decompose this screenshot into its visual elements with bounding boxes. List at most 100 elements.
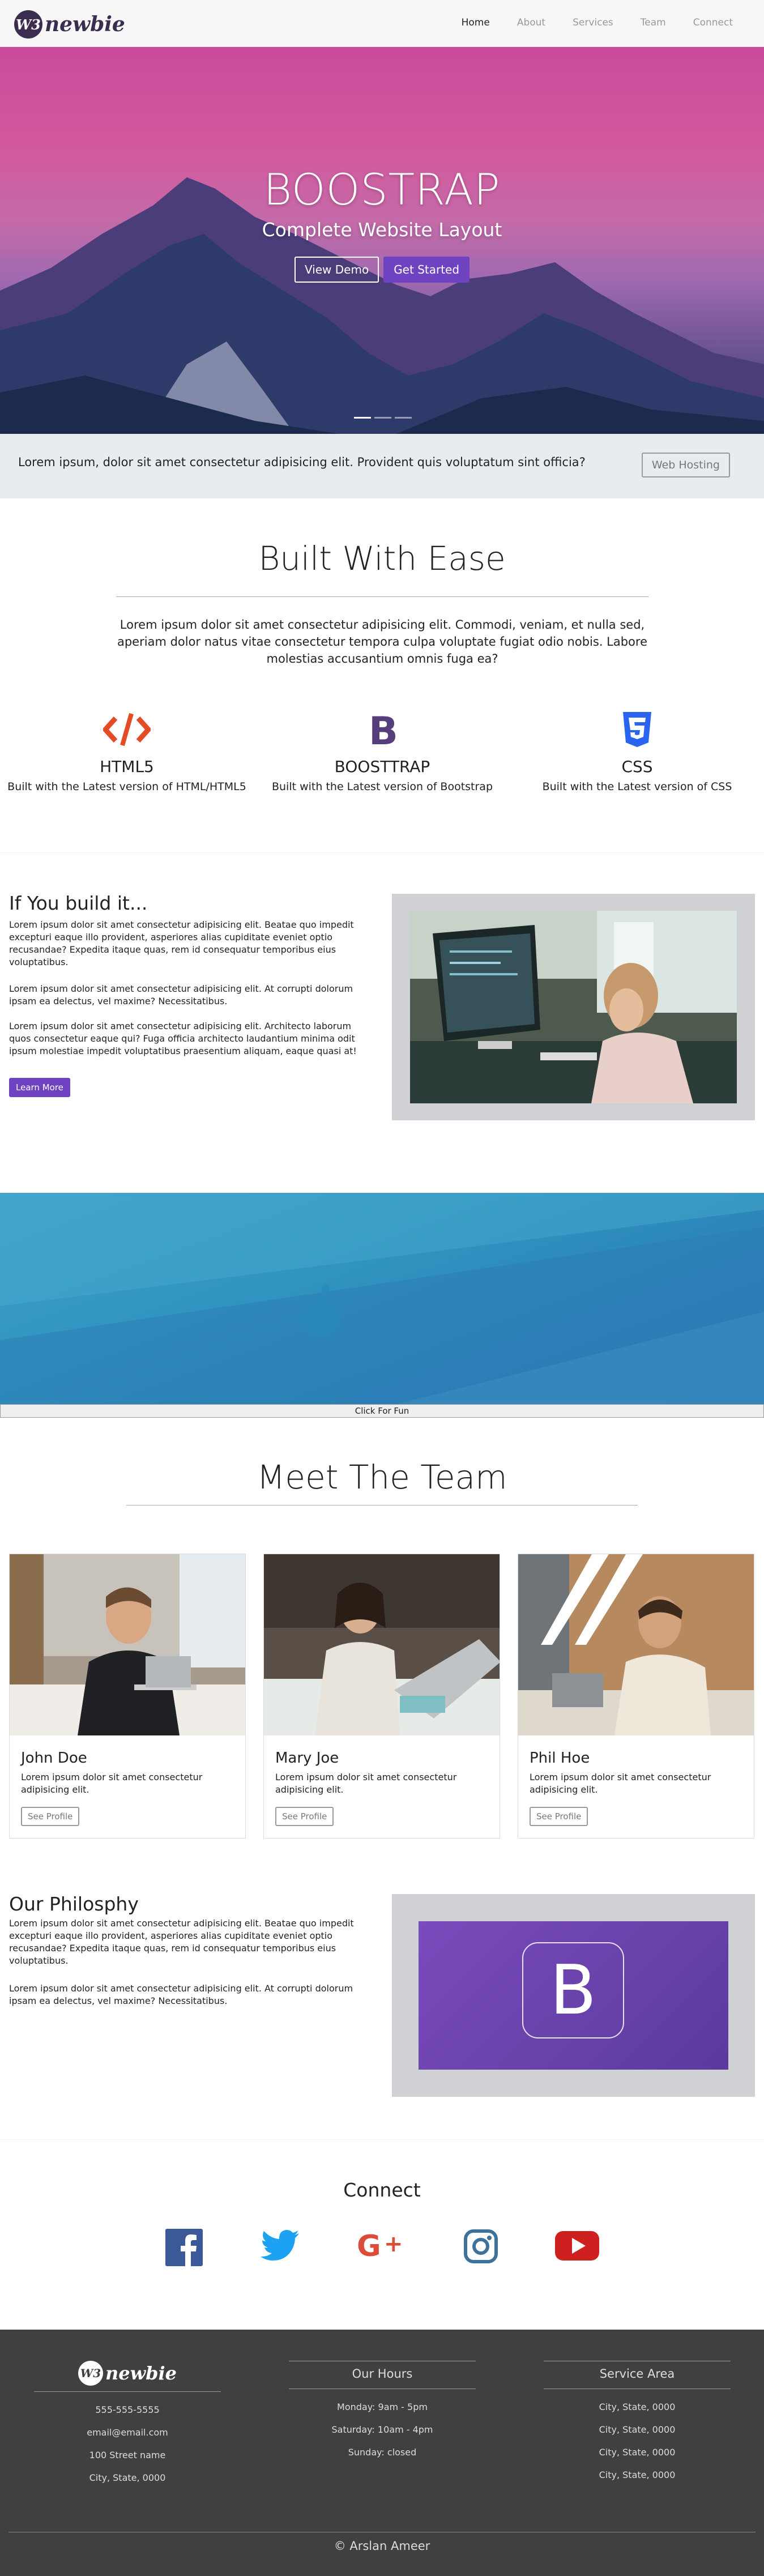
image-frame: B — [392, 1894, 755, 2097]
philosophy-paragraph: Lorem ipsum dolor sit amet consectetur a… — [9, 1918, 354, 1966]
footer-service-title: Service Area — [544, 2361, 731, 2389]
svg-text:B: B — [369, 711, 397, 748]
hero-title: BOOSTRAP — [263, 164, 501, 215]
feature-desc: Built with the Latest version of Bootstr… — [271, 781, 493, 793]
learn-more-button[interactable]: Learn More — [9, 1078, 70, 1097]
member-desc: Lorem ipsum dolor sit amet consectetur a… — [21, 1772, 203, 1795]
divider — [116, 596, 648, 597]
team-photo — [518, 1554, 754, 1735]
jumbotron: Lorem ipsum, dolor sit amet consectetur … — [0, 434, 764, 498]
nav-team[interactable]: Team — [641, 17, 666, 28]
connect-title: Connect — [343, 2179, 421, 2201]
philosophy-paragraph: Lorem ipsum dolor sit amet consectetur a… — [9, 1983, 353, 2006]
nav-services[interactable]: Services — [573, 17, 613, 28]
team-section-title: Meet The Team — [257, 1458, 507, 1496]
feature-desc: Built with the Latest version of HTML/HT… — [7, 781, 246, 793]
footer-email: email@email.com — [87, 2427, 168, 2438]
navbar: W3 newbie Home About Services Team Conne… — [0, 0, 764, 47]
member-name: Phil Hoe — [530, 1750, 590, 1767]
web-hosting-button[interactable]: Web Hosting — [641, 453, 730, 477]
build-paragraph: Lorem ipsum dolor sit amet consectetur a… — [9, 919, 354, 967]
google-plus-icon[interactable]: G + — [357, 2229, 407, 2268]
nav-links: Home About Services Team Connect — [462, 17, 733, 28]
feature-bootstrap: B BOOSTTRAP Built with the Latest versio… — [258, 708, 507, 794]
feature-title: CSS — [621, 757, 653, 776]
member-name: Mary Joe — [275, 1750, 339, 1767]
feature-title: BOOSTTRAP — [334, 757, 430, 776]
team-photo — [10, 1554, 245, 1735]
team-photo — [264, 1554, 500, 1735]
footer-city: City, State, 0000 — [89, 2472, 166, 2483]
macbook-background-image — [0, 1193, 764, 1404]
view-demo-button[interactable]: View Demo — [294, 257, 379, 283]
footer-hours-title: Our Hours — [289, 2361, 476, 2389]
fixed-background-banner — [0, 1193, 764, 1404]
built-section-title: Built With Ease — [258, 539, 506, 578]
see-profile-button[interactable]: See Profile — [530, 1807, 588, 1826]
footer-logo-badge: W3 — [78, 2361, 103, 2386]
social-icons: G + — [0, 2229, 764, 2268]
member-name: John Doe — [21, 1750, 87, 1767]
section-divider — [0, 852, 764, 853]
footer-logo[interactable]: W3 newbie — [34, 2361, 221, 2392]
footer-service-column: Service Area City, State, 0000 City, Sta… — [544, 2361, 731, 2487]
facebook-icon[interactable] — [165, 2229, 203, 2268]
click-for-fun-button[interactable]: Click For Fun — [0, 1404, 764, 1418]
nav-connect[interactable]: Connect — [693, 17, 733, 28]
svg-text:G: G — [357, 2229, 381, 2262]
copyright: © Arslan Ameer — [8, 2532, 756, 2553]
feature-title: HTML5 — [100, 757, 154, 776]
bootstrap-icon: B — [258, 708, 507, 750]
member-desc: Lorem ipsum dolor sit amet consectetur a… — [530, 1772, 711, 1795]
css3-icon — [513, 708, 762, 750]
woman-computer-image — [410, 911, 737, 1103]
carousel-indicator[interactable] — [354, 417, 371, 419]
section-divider — [0, 2139, 764, 2140]
build-paragraph: Lorem ipsum dolor sit amet consectetur a… — [9, 983, 353, 1006]
bootstrap-banner: B — [419, 1921, 728, 2070]
bootstrap-logo-letter: B — [549, 1951, 597, 2030]
carousel-indicators — [354, 417, 412, 419]
nav-home[interactable]: Home — [462, 17, 490, 28]
jumbotron-text: Lorem ipsum, dolor sit amet consectetur … — [18, 455, 586, 469]
feature-html5: HTML5 Built with the Latest version of H… — [2, 708, 251, 793]
carousel-indicator[interactable] — [374, 417, 391, 419]
see-profile-button[interactable]: See Profile — [275, 1807, 334, 1826]
footer-service-item: City, State, 0000 — [599, 2447, 676, 2458]
bootstrap-logo-icon: B — [522, 1942, 624, 2038]
footer-service-item: City, State, 0000 — [599, 2470, 676, 2480]
footer-street: 100 Street name — [89, 2450, 166, 2460]
instagram-icon[interactable] — [463, 2229, 498, 2268]
footer-hours-column: Our Hours Monday: 9am - 5pm Saturday: 10… — [289, 2361, 476, 2464]
team-card: Phil Hoe Lorem ipsum dolor sit amet cons… — [518, 1554, 754, 1839]
footer-logo-text: newbie — [105, 2362, 177, 2384]
hero-subtitle: Complete Website Layout — [262, 219, 502, 241]
see-profile-button[interactable]: See Profile — [21, 1807, 80, 1826]
youtube-icon[interactable] — [554, 2229, 599, 2268]
footer-hours-item: Sunday: closed — [348, 2447, 417, 2458]
member-desc: Lorem ipsum dolor sit amet consectetur a… — [275, 1772, 457, 1795]
footer-phone: 555-555-5555 — [95, 2404, 160, 2415]
html5-code-icon — [2, 708, 251, 750]
team-card: John Doe Lorem ipsum dolor sit amet cons… — [9, 1554, 246, 1839]
footer: W3 newbie 555-555-5555 email@email.com 1… — [0, 2330, 764, 2576]
footer-service-item: City, State, 0000 — [599, 2424, 676, 2435]
get-started-button[interactable]: Get Started — [383, 257, 470, 283]
footer-contact-column: W3 newbie 555-555-5555 email@email.com 1… — [34, 2361, 221, 2489]
footer-service-item: City, State, 0000 — [599, 2402, 676, 2412]
nav-about[interactable]: About — [517, 17, 545, 28]
image-frame — [392, 894, 755, 1120]
svg-text:+: + — [384, 2231, 403, 2257]
brand-logo[interactable]: W3 newbie — [14, 10, 125, 39]
build-paragraph: Lorem ipsum dolor sit amet consectetur a… — [9, 1021, 357, 1056]
team-card: Mary Joe Lorem ipsum dolor sit amet cons… — [263, 1554, 500, 1839]
logo-badge: W3 — [14, 10, 42, 39]
footer-hours-item: Monday: 9am - 5pm — [337, 2402, 428, 2412]
hero-carousel[interactable]: BOOSTRAP Complete Website Layout View De… — [0, 47, 764, 434]
carousel-indicator[interactable] — [395, 417, 412, 419]
twitter-icon[interactable] — [259, 2229, 300, 2268]
logo-text: newbie — [45, 12, 125, 36]
build-title: If You build it... — [9, 892, 148, 914]
feature-desc: Built with the Latest version of CSS — [542, 781, 732, 793]
feature-css: CSS Built with the Latest version of CSS — [513, 708, 762, 793]
